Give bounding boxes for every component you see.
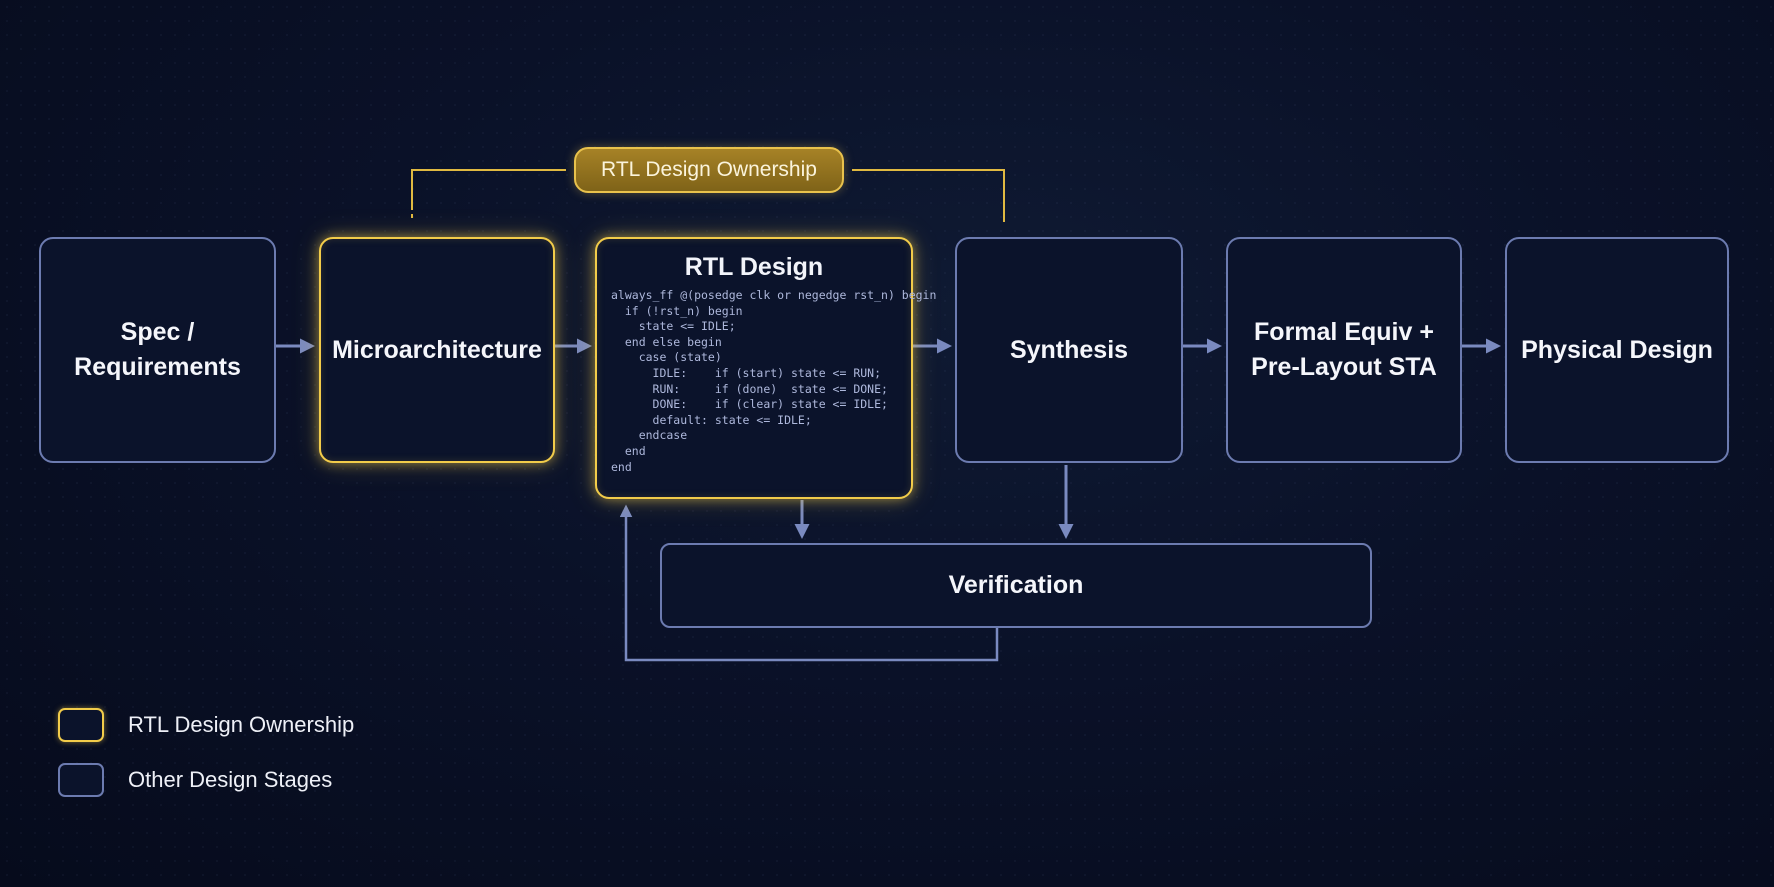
stage-physical-design[interactable]: Physical Design bbox=[1505, 237, 1729, 463]
legend-label: RTL Design Ownership bbox=[128, 712, 355, 737]
legend-swatch-other bbox=[58, 763, 104, 797]
ownership-bracket-left bbox=[411, 169, 566, 222]
stage-label: Physical Design bbox=[1521, 335, 1713, 364]
ownership-bracket-right bbox=[852, 169, 1005, 222]
rtl-code-snippet: always_ff @(posedge clk or negedge rst_n… bbox=[611, 288, 937, 474]
legend-swatch-ownership bbox=[58, 708, 104, 742]
legend-label: Other Design Stages bbox=[128, 767, 333, 792]
stage-microarchitecture[interactable]: Microarchitecture bbox=[319, 237, 555, 463]
stage-label: Spec / Requirements bbox=[74, 318, 241, 381]
legend-item-other: Other Design Stages bbox=[58, 763, 332, 797]
stage-label: Verification bbox=[948, 571, 1084, 599]
stage-label: Microarchitecture bbox=[332, 335, 542, 364]
legend-item-ownership: RTL Design Ownership bbox=[58, 708, 354, 742]
stage-label: Formal Equiv + Pre-Layout STA bbox=[1251, 318, 1437, 381]
ownership-banner: RTL Design Ownership bbox=[574, 147, 844, 193]
stage-rtl-design[interactable]: RTL Design always_ff @(posedge clk or ne… bbox=[595, 237, 936, 499]
stage-formal-equiv-sta[interactable]: Formal Equiv + Pre-Layout STA bbox=[1226, 237, 1462, 463]
stage-label: Synthesis bbox=[1009, 335, 1129, 364]
stage-spec-requirements[interactable]: Spec / Requirements bbox=[39, 237, 276, 463]
stage-synthesis[interactable]: Synthesis bbox=[955, 237, 1183, 463]
stage-label: RTL Design bbox=[684, 253, 824, 281]
stage-verification[interactable]: Verification bbox=[660, 543, 1372, 628]
